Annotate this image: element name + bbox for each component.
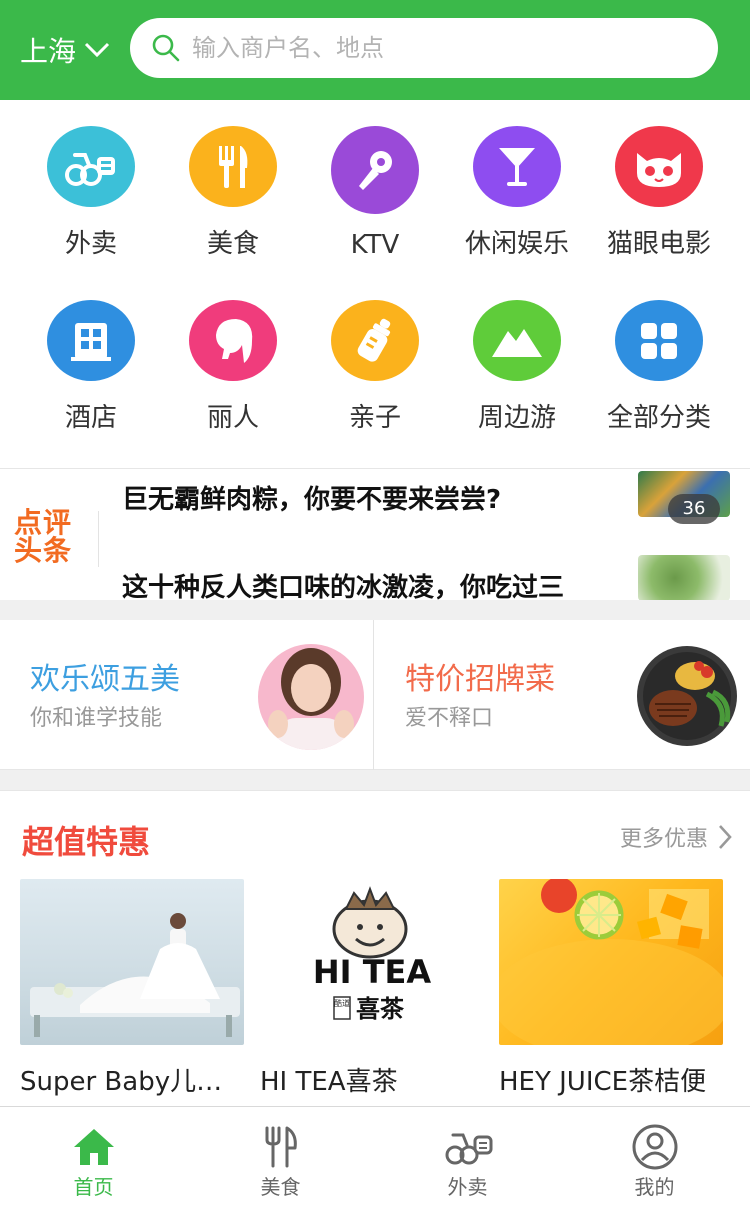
headline-thumbnail xyxy=(638,555,730,600)
deal-card[interactable]: HI TEA 酷道 喜茶 HI TEA喜茶 xyxy=(260,879,484,1098)
takeaway-scooter-icon xyxy=(47,126,135,207)
promo-subtitle: 爱不释口 xyxy=(405,706,494,731)
deal-card[interactable]: Super Baby儿童摄影 xyxy=(20,879,244,1098)
promo-subtitle: 你和谁学技能 xyxy=(30,706,163,731)
category-beauty[interactable]: 丽人 xyxy=(162,274,304,434)
deal-name: Super Baby儿童摄影 xyxy=(20,1067,244,1097)
divider xyxy=(98,511,99,567)
category-ktv[interactable]: KTV xyxy=(304,100,446,260)
hitea-logo-subtext: 喜茶 xyxy=(356,995,405,1023)
deals-section: 超值特惠 更多优惠 Super Baby儿童摄影 xyxy=(0,790,750,1106)
fork-knife-icon xyxy=(263,1125,299,1169)
search-input[interactable] xyxy=(192,28,718,68)
tab-mine[interactable]: 我的 xyxy=(561,1107,748,1206)
microphone-icon xyxy=(331,126,419,214)
divider xyxy=(373,620,374,770)
category-label: 外卖 xyxy=(64,229,117,259)
deal-name: HEY JUICE茶桔便 xyxy=(499,1067,707,1097)
category-grid: 外卖 美食 KTV 休闲娱乐 猫眼电影 酒店 丽人 亲子 周边游 全部分类 xyxy=(0,100,750,468)
headline-count-badge: 36 xyxy=(668,494,720,524)
category-all[interactable]: 全部分类 xyxy=(588,274,730,434)
section-gap xyxy=(0,600,750,620)
tab-label: 我的 xyxy=(634,1175,675,1199)
search-icon xyxy=(152,34,180,62)
more-deals-link[interactable]: 更多优惠 xyxy=(620,821,732,853)
deal-card[interactable]: HEY JUICE茶桔便 xyxy=(499,879,723,1098)
fork-knife-icon xyxy=(189,126,277,207)
tab-label: 美食 xyxy=(260,1175,301,1199)
category-food[interactable]: 美食 xyxy=(162,100,304,260)
headline-logo-line1: 点评 xyxy=(14,506,73,539)
promo-ode-to-joy[interactable]: 欢乐颂五美 你和谁学技能 xyxy=(0,620,374,770)
category-leisure[interactable]: 休闲娱乐 xyxy=(446,100,588,260)
category-label: 美食 xyxy=(206,229,259,259)
chevron-down-icon xyxy=(84,42,110,58)
headline-item[interactable]: 这十种反人类口味的冰激凌，你吃过三 xyxy=(122,567,564,600)
category-takeaway[interactable]: 外卖 xyxy=(20,100,162,260)
cat-face-icon xyxy=(615,126,703,207)
takeaway-scooter-icon xyxy=(443,1125,493,1169)
category-label: 亲子 xyxy=(348,403,401,433)
more-deals-label: 更多优惠 xyxy=(619,827,708,852)
woman-profile-icon xyxy=(189,300,277,381)
category-label: 休闲娱乐 xyxy=(464,229,569,259)
headline-logo-line2: 头条 xyxy=(14,534,73,567)
tab-label: 外卖 xyxy=(447,1175,488,1199)
headline-news[interactable]: 点评 头条 巨无霸鲜肉粽，你要不要来尝尝? 这十种反人类口味的冰激凌，你吃过三 … xyxy=(0,468,750,600)
user-profile-icon xyxy=(632,1124,678,1170)
city-selector[interactable]: 上海 xyxy=(20,30,110,70)
top-bar: 上海 xyxy=(0,0,750,100)
promo-steak-photo xyxy=(637,646,737,746)
promo-title: 欢乐颂五美 xyxy=(30,662,180,697)
all-categories-icon xyxy=(615,300,703,381)
promo-celebrity-photo xyxy=(258,644,364,750)
deals-title: 超值特惠 xyxy=(22,823,151,861)
baby-bottle-icon xyxy=(331,300,419,381)
promo-title: 特价招牌菜 xyxy=(405,662,555,697)
category-movie[interactable]: 猫眼电影 xyxy=(588,100,730,260)
tab-home[interactable]: 首页 xyxy=(0,1107,187,1206)
category-label: 猫眼电影 xyxy=(606,229,711,259)
deal-image xyxy=(499,879,723,1045)
category-label: 丽人 xyxy=(206,403,259,433)
home-icon xyxy=(72,1125,116,1169)
deal-image: HI TEA 酷道 喜茶 xyxy=(260,879,484,1045)
hitea-logo-seal: 酷道 xyxy=(334,998,350,1008)
section-gap xyxy=(0,770,750,790)
deal-name: HI TEA喜茶 xyxy=(260,1067,398,1097)
category-label: 酒店 xyxy=(64,403,117,433)
mountain-icon xyxy=(473,300,561,381)
hotel-building-icon xyxy=(47,300,135,381)
promo-banners: 欢乐颂五美 你和谁学技能 特价招牌菜 爱不释口 xyxy=(0,620,750,770)
headline-item[interactable]: 巨无霸鲜肉粽，你要不要来尝尝? xyxy=(122,479,501,516)
bottom-tab-bar: 首页 美食 外卖 我的 xyxy=(0,1106,750,1206)
tab-takeaway[interactable]: 外卖 xyxy=(374,1107,561,1206)
cocktail-icon xyxy=(473,126,561,207)
category-label: 全部分类 xyxy=(606,403,711,433)
city-label: 上海 xyxy=(20,35,77,68)
category-hotel[interactable]: 酒店 xyxy=(20,274,162,434)
category-label: KTV xyxy=(350,230,400,260)
headline-logo: 点评 头条 xyxy=(14,509,88,565)
category-parenting[interactable]: 亲子 xyxy=(304,274,446,434)
category-travel[interactable]: 周边游 xyxy=(446,274,588,434)
deal-image xyxy=(20,879,244,1045)
tab-label: 首页 xyxy=(73,1175,114,1199)
tab-food[interactable]: 美食 xyxy=(187,1107,374,1206)
chevron-right-icon xyxy=(719,825,732,849)
category-label: 周边游 xyxy=(477,403,556,433)
hitea-logo-text: HI TEA xyxy=(313,953,432,991)
promo-signature-dish[interactable]: 特价招牌菜 爱不释口 xyxy=(375,620,749,770)
search-bar[interactable] xyxy=(130,18,718,78)
